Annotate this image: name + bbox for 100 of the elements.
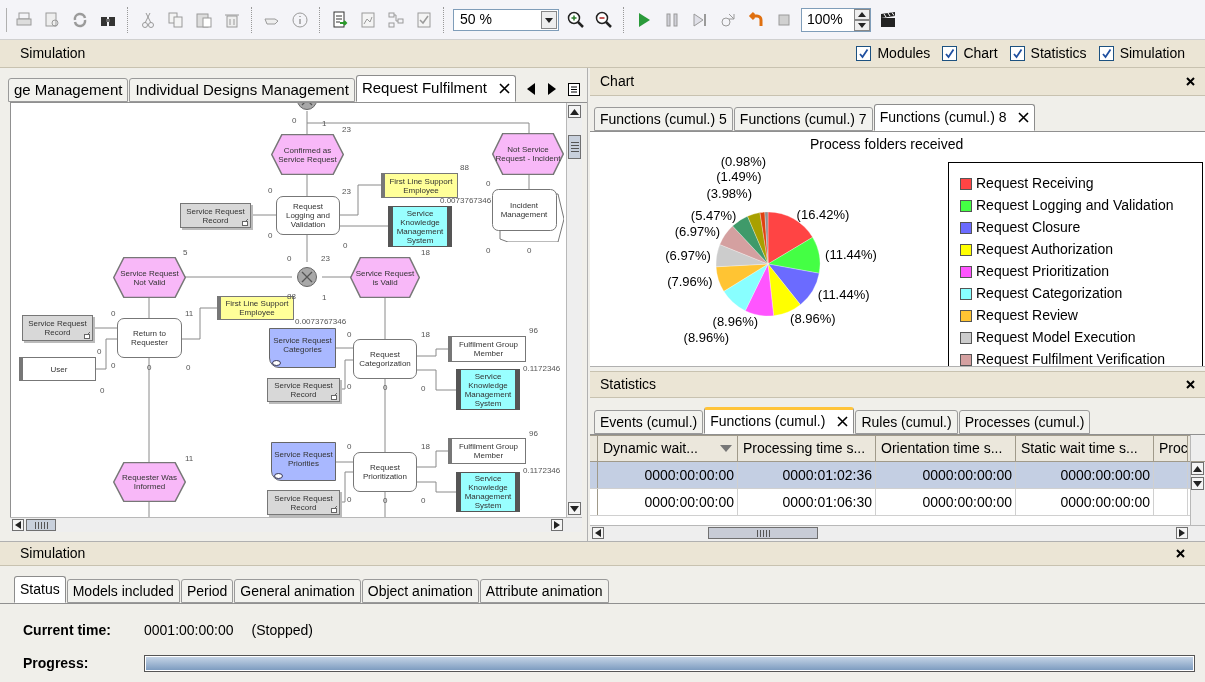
column-header[interactable]: Orientation time s... (876, 436, 1016, 461)
clapperboard-icon[interactable] (879, 10, 897, 29)
tab[interactable]: Models included (66, 579, 180, 603)
horizontal-scrollbar[interactable] (10, 517, 582, 532)
slice-label: (8.96%) (712, 314, 759, 330)
column-header[interactable]: Proc (1154, 436, 1188, 461)
scroll-right-icon[interactable] (547, 83, 556, 95)
step-forward-icon[interactable] (691, 10, 709, 29)
close-icon[interactable] (1186, 77, 1195, 86)
zoom-dropdown[interactable]: 50 % (453, 8, 559, 31)
checklist-icon[interactable] (415, 10, 433, 29)
event-shape: Service Request Not Valid (113, 257, 186, 298)
vertical-scrollbar[interactable] (566, 103, 582, 517)
application-box: Service Knowledge Management System (388, 206, 452, 247)
function-box: Return to Requester (117, 318, 182, 358)
checkbox[interactable] (856, 46, 872, 61)
diagram-value: 0 (421, 496, 426, 505)
scroll-thumb[interactable] (26, 519, 56, 531)
tab[interactable]: Functions (cumul.) 5 (594, 107, 733, 131)
print-preview-icon[interactable] (43, 10, 61, 29)
legend-label: Request Review (976, 306, 1078, 325)
simulation-state: (Stopped) (251, 620, 313, 640)
scroll-right-icon[interactable] (1176, 527, 1188, 539)
legend-label: Request Closure (976, 218, 1081, 237)
horizontal-scrollbar[interactable] (590, 525, 1205, 541)
connector-line (250, 214, 277, 216)
tab[interactable]: Object animation (361, 579, 479, 603)
scroll-left-icon[interactable] (592, 527, 604, 539)
table-row[interactable]: 0000:00:00:00 0000:01:06:30 0000:00:00:00 0000:00:00:00 (590, 489, 1190, 516)
slice-label: (8.96%) (683, 330, 730, 345)
list-icon[interactable] (567, 83, 580, 96)
checkbox[interactable] (942, 46, 958, 61)
table-cell: 0000:01:02:36 (738, 462, 876, 488)
tab[interactable]: Attribute animation (479, 579, 609, 603)
diagram-value: 0 (292, 116, 297, 125)
close-icon[interactable] (1176, 549, 1185, 558)
connector-line (528, 174, 530, 190)
scroll-down-icon[interactable] (1191, 477, 1204, 490)
scroll-thumb[interactable] (568, 135, 581, 159)
slice-label: (11.44%) (825, 246, 877, 262)
speed-spinner[interactable]: 100% (801, 7, 871, 32)
tab[interactable]: General animation (234, 579, 361, 603)
connector-line (181, 307, 218, 340)
table-row[interactable]: 0000:00:00:00 0000:01:02:36 0000:00:00:00 0000:00:00:00 (590, 462, 1190, 489)
diagram-value: 0 (111, 361, 116, 370)
tab[interactable]: Events (cumul.) (594, 410, 704, 434)
tab[interactable]: Processes (cumul.) (958, 410, 1091, 434)
close-icon[interactable] (498, 83, 510, 94)
scroll-up-icon[interactable] (1191, 462, 1204, 475)
column-header[interactable]: Processing time s... (738, 436, 876, 461)
slice-label: (3.98%) (706, 186, 752, 202)
scroll-right-icon[interactable] (551, 519, 563, 531)
tab[interactable]: Functions (cumul.) (704, 407, 855, 434)
undo-arrow-icon[interactable] (747, 10, 765, 29)
zoom-out-icon[interactable] (595, 10, 613, 29)
connector-line (335, 347, 354, 349)
document-arrow-icon[interactable] (331, 10, 349, 29)
connector-line (384, 297, 386, 340)
tab[interactable]: ge Management (8, 78, 129, 102)
tab[interactable]: Functions (cumul.) 8 (873, 104, 1036, 131)
sort-descending-icon (720, 444, 732, 453)
connector-line (416, 450, 449, 468)
slice-label: (11.44%) (817, 286, 870, 302)
column-header[interactable]: Static wait time s... (1016, 436, 1154, 461)
scroll-up-icon[interactable] (568, 105, 581, 118)
connector-line (306, 174, 308, 197)
table-cell: 0000:00:00:00 (876, 489, 1016, 515)
diagram-value: 0 (100, 386, 105, 395)
vertical-scrollbar[interactable] (1190, 435, 1205, 525)
column-header[interactable]: Dynamic wait... (598, 436, 738, 461)
panel-title: Chart (600, 72, 635, 91)
diagram-value: 1 (322, 293, 327, 302)
caret-icon[interactable] (541, 10, 557, 29)
diagram-value: 18 (421, 330, 430, 339)
tab[interactable]: Period (180, 579, 234, 603)
scroll-left-icon[interactable] (12, 519, 24, 531)
close-icon[interactable] (837, 416, 849, 427)
information-box: Service Request Record (267, 490, 340, 515)
current-time-value: 0001:00:00:00 (144, 620, 234, 640)
tab[interactable]: Status (14, 576, 66, 603)
close-icon[interactable] (1018, 112, 1030, 123)
tab[interactable]: Request Fulfilment (355, 75, 516, 102)
scroll-left-icon[interactable] (526, 83, 535, 95)
checkbox[interactable] (1098, 46, 1114, 61)
checkbox[interactable] (1009, 46, 1025, 61)
table-cell: 0000:00:00:00 (1016, 462, 1154, 488)
legend-label: Request Prioritization (976, 262, 1110, 281)
diagram-value: 0 (268, 231, 273, 240)
scroll-down-icon[interactable] (568, 502, 581, 515)
diagram-value: 23 (342, 187, 351, 196)
diagram-value: 0 (111, 309, 116, 318)
diagram-value: 1 (322, 119, 327, 128)
refresh-icon[interactable] (71, 10, 89, 29)
close-icon[interactable] (1186, 380, 1195, 389)
tab[interactable]: Rules (cumul.) (855, 410, 958, 434)
tab[interactable]: Individual Designs Management (129, 78, 355, 102)
diagram-value: 0 (268, 186, 273, 195)
tab[interactable]: Functions (cumul.) 7 (733, 107, 873, 131)
zoom-in-icon[interactable] (567, 10, 585, 29)
scroll-thumb[interactable] (708, 527, 818, 539)
